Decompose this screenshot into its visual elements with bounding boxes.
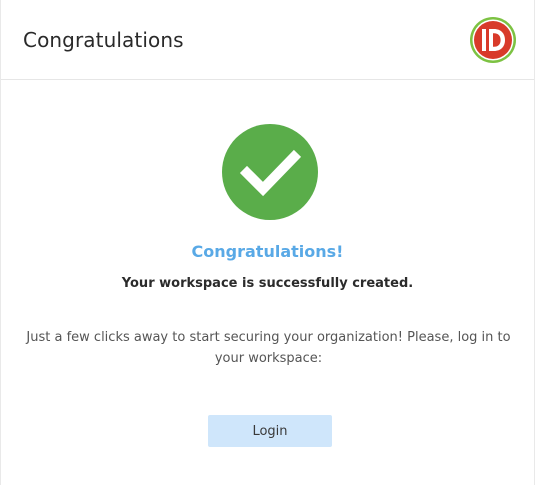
checkmark-circle-icon: [222, 124, 318, 220]
id-brand-logo-icon: [469, 16, 517, 64]
success-message: Your workspace is successfully created.: [121, 276, 414, 291]
success-dialog: Congratulations Congratulations! Your wo…: [0, 0, 535, 485]
success-heading: Congratulations!: [191, 242, 344, 261]
page-title: Congratulations: [23, 28, 184, 52]
dialog-header: Congratulations: [1, 0, 534, 80]
instructions-text: Just a few clicks away to start securing…: [26, 330, 511, 366]
login-button[interactable]: Login: [208, 415, 332, 447]
